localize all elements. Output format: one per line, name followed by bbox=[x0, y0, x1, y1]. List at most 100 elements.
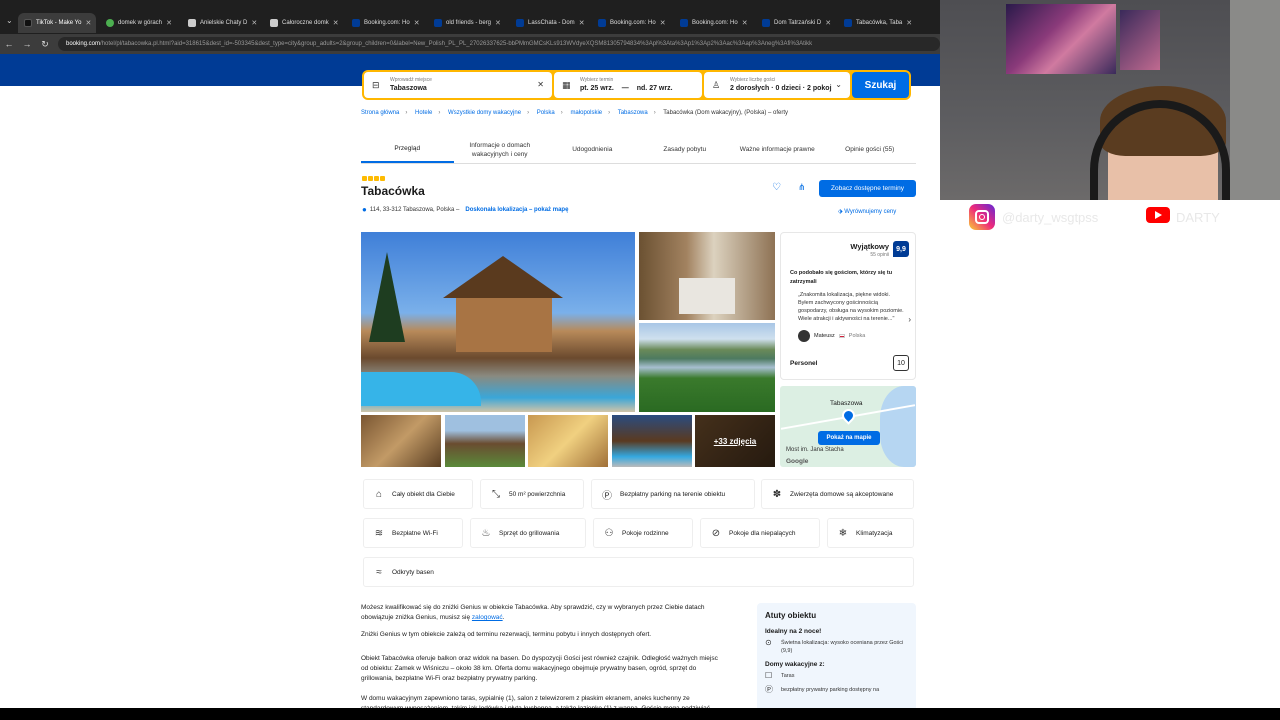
paw-icon: ✽ bbox=[772, 488, 782, 500]
browser-tab[interactable]: old friends - berg ✕ bbox=[428, 13, 506, 33]
facility-item: ≈ Odkryty basen bbox=[363, 557, 914, 587]
staff-label: Personel bbox=[790, 360, 818, 367]
destination-field[interactable]: ⊟ Wprowadź miejsce Tabaszowa ✕ bbox=[364, 72, 552, 98]
highlights-house-label: Domy wakacyjne z: bbox=[765, 661, 825, 668]
heart-icon[interactable]: ♡ bbox=[772, 182, 781, 193]
tab-search-icon[interactable]: ⌄ bbox=[6, 16, 13, 25]
youtube-handle: DARTY bbox=[1176, 210, 1220, 225]
breadcrumb-link[interactable]: Hotele bbox=[415, 110, 432, 116]
browser-tab[interactable]: Anielskie Chaty D ✕ bbox=[182, 13, 260, 33]
close-icon[interactable]: ✕ bbox=[166, 19, 172, 27]
date-field[interactable]: ▦ Wybierz termin pt. 25 wrz. — nd. 27 wr… bbox=[554, 72, 702, 98]
calendar-icon: ▦ bbox=[562, 80, 571, 90]
show-on-map-button[interactable]: Pokaż na mapie bbox=[818, 431, 880, 445]
instagram-icon bbox=[969, 204, 995, 230]
share-icon[interactable]: ⋔ bbox=[798, 182, 806, 193]
location-pin-icon: ⊙ bbox=[765, 638, 772, 647]
star-icon bbox=[380, 176, 385, 181]
instagram-handle: @darty_wsgtpss bbox=[1002, 210, 1099, 225]
close-icon[interactable]: ✕ bbox=[414, 19, 420, 27]
terrace-icon: ☐ bbox=[765, 671, 773, 680]
guests-field[interactable]: ♙ Wybierz liczbę gości 2 dorosłych · 0 d… bbox=[704, 72, 850, 98]
view-photo[interactable] bbox=[639, 323, 775, 412]
tab-house-rules[interactable]: Zasady pobytu bbox=[639, 136, 732, 163]
genius-info: Możesz kwalifikować się do zniżki Genius… bbox=[361, 604, 705, 621]
more-photos-thumbnail[interactable]: +33 zdjęcia bbox=[695, 415, 775, 467]
close-icon[interactable]: ✕ bbox=[333, 19, 339, 27]
browser-tab[interactable]: Booking.com: Ho ✕ bbox=[674, 13, 752, 33]
browser-tab[interactable]: Całoroczne domk ✕ bbox=[264, 13, 342, 33]
thumbnail-photo[interactable] bbox=[361, 415, 441, 467]
highlights-title: Atuty obiektu bbox=[765, 611, 817, 620]
site-icon bbox=[188, 19, 196, 27]
thumbnail-photo[interactable] bbox=[445, 415, 525, 467]
close-icon[interactable]: ✕ bbox=[825, 19, 831, 27]
search-button[interactable]: Szukaj bbox=[852, 72, 909, 98]
star-icon bbox=[362, 176, 367, 181]
back-icon[interactable]: ← bbox=[0, 39, 18, 49]
tab-info-prices[interactable]: Informacje o domach wakacyjnych i ceny bbox=[454, 136, 547, 163]
breadcrumb-link[interactable]: Strona główna bbox=[361, 110, 399, 116]
browser-tab[interactable]: Booking.com: Ho ✕ bbox=[346, 13, 424, 33]
browser-tab[interactable]: LassChata - Dom ✕ bbox=[510, 13, 588, 33]
close-icon[interactable]: ✕ bbox=[579, 19, 585, 27]
tab-overview[interactable]: Przegląd bbox=[361, 136, 454, 163]
facility-item: ❄ Klimatyzacja bbox=[827, 518, 914, 548]
breadcrumb-link[interactable]: Tabaszowa bbox=[618, 110, 648, 116]
browser-tab[interactable]: Dom Tatrzański D ✕ bbox=[756, 13, 834, 33]
review-score[interactable]: 9,9 bbox=[893, 241, 909, 257]
booking-icon bbox=[434, 19, 442, 27]
booking-icon bbox=[844, 19, 852, 27]
no-smoking-icon: ⊘ bbox=[711, 527, 721, 539]
tab-legal[interactable]: Ważne informacje prawne bbox=[731, 136, 824, 163]
close-icon[interactable]: ✕ bbox=[495, 19, 501, 27]
reviewer: Mateusz Polska bbox=[798, 330, 865, 342]
main-photo[interactable] bbox=[361, 232, 635, 412]
address-bar[interactable]: booking.com/hotel/pl/tabacowka.pl.html?a… bbox=[58, 37, 940, 51]
browser-tab-active[interactable]: Tabacówka, Taba ✕ bbox=[838, 13, 918, 33]
close-icon[interactable]: ✕ bbox=[85, 19, 91, 27]
facility-item: ⌂ Cały obiekt dla Ciebie bbox=[363, 479, 473, 509]
browser-tab[interactable]: TikTok - Make Yo ✕ bbox=[18, 13, 96, 33]
chevron-down-icon[interactable]: ⌄ bbox=[835, 80, 842, 89]
browser-tab[interactable]: Booking.com: Ho ✕ bbox=[592, 13, 670, 33]
breadcrumb-link[interactable]: Wszystkie domy wakacyjne bbox=[448, 110, 521, 116]
thumbnail-photo[interactable] bbox=[528, 415, 608, 467]
price-match-link[interactable]: ⬗ Wyrównujemy ceny bbox=[838, 208, 896, 215]
highlights-ideal: Idealny na 2 noce! bbox=[765, 628, 822, 635]
person-icon: ♙ bbox=[712, 80, 721, 90]
show-map-link[interactable]: Doskonała lokalizacja – pokaż mapę bbox=[465, 207, 568, 213]
tab-reviews[interactable]: Opinie gości (55) bbox=[824, 136, 917, 163]
forward-icon[interactable]: → bbox=[18, 39, 36, 49]
review-question: Co podobało się gościom, którzy się tu z… bbox=[790, 270, 893, 285]
parking-icon: Ⓟ bbox=[765, 685, 773, 694]
map-preview[interactable]: Tabaszowa Pokaż na mapie Most im. Jana S… bbox=[780, 386, 916, 467]
clear-icon[interactable]: ✕ bbox=[537, 80, 544, 89]
breadcrumb-link[interactable]: małopolskie bbox=[570, 110, 602, 116]
facility-item: ⚇ Pokoje rodzinne bbox=[593, 518, 693, 548]
close-icon[interactable]: ✕ bbox=[742, 19, 748, 27]
review-panel: Wyjątkowy 55 opinii 9,9 Co podobało się … bbox=[780, 232, 916, 380]
youtube-icon bbox=[1146, 207, 1170, 223]
avatar bbox=[798, 330, 810, 342]
map-pin-icon bbox=[839, 406, 858, 425]
close-icon[interactable]: ✕ bbox=[251, 19, 257, 27]
booking-icon bbox=[762, 19, 770, 27]
reload-icon[interactable]: ↻ bbox=[36, 39, 54, 50]
star-icon bbox=[374, 176, 379, 181]
breadcrumb: Strona główna › Hotele › Wszystkie domy wa… bbox=[361, 110, 788, 116]
highlight-item: ⊙ Świetna lokalizacja: wysoko oceniana pr… bbox=[765, 638, 904, 655]
browser-tab[interactable]: domek w górach ✕ bbox=[100, 13, 178, 33]
thumbnail-photo[interactable] bbox=[612, 415, 692, 467]
breadcrumb-link[interactable]: Polska bbox=[537, 110, 555, 116]
close-icon[interactable]: ✕ bbox=[660, 19, 666, 27]
close-icon[interactable]: ✕ bbox=[906, 19, 912, 27]
tab-facilities[interactable]: Udogodnienia bbox=[546, 136, 639, 163]
tiktok-icon bbox=[24, 19, 32, 27]
google-logo: Google bbox=[786, 458, 809, 465]
chevron-right-icon[interactable]: › bbox=[908, 315, 911, 324]
highlight-item: Ⓟbezpłatny prywatny parking dostępny na bbox=[765, 685, 880, 694]
kitchen-photo[interactable] bbox=[639, 232, 775, 320]
login-link[interactable]: zalogować bbox=[472, 614, 503, 621]
see-availability-button[interactable]: Zobacz dostępne terminy bbox=[819, 180, 916, 197]
